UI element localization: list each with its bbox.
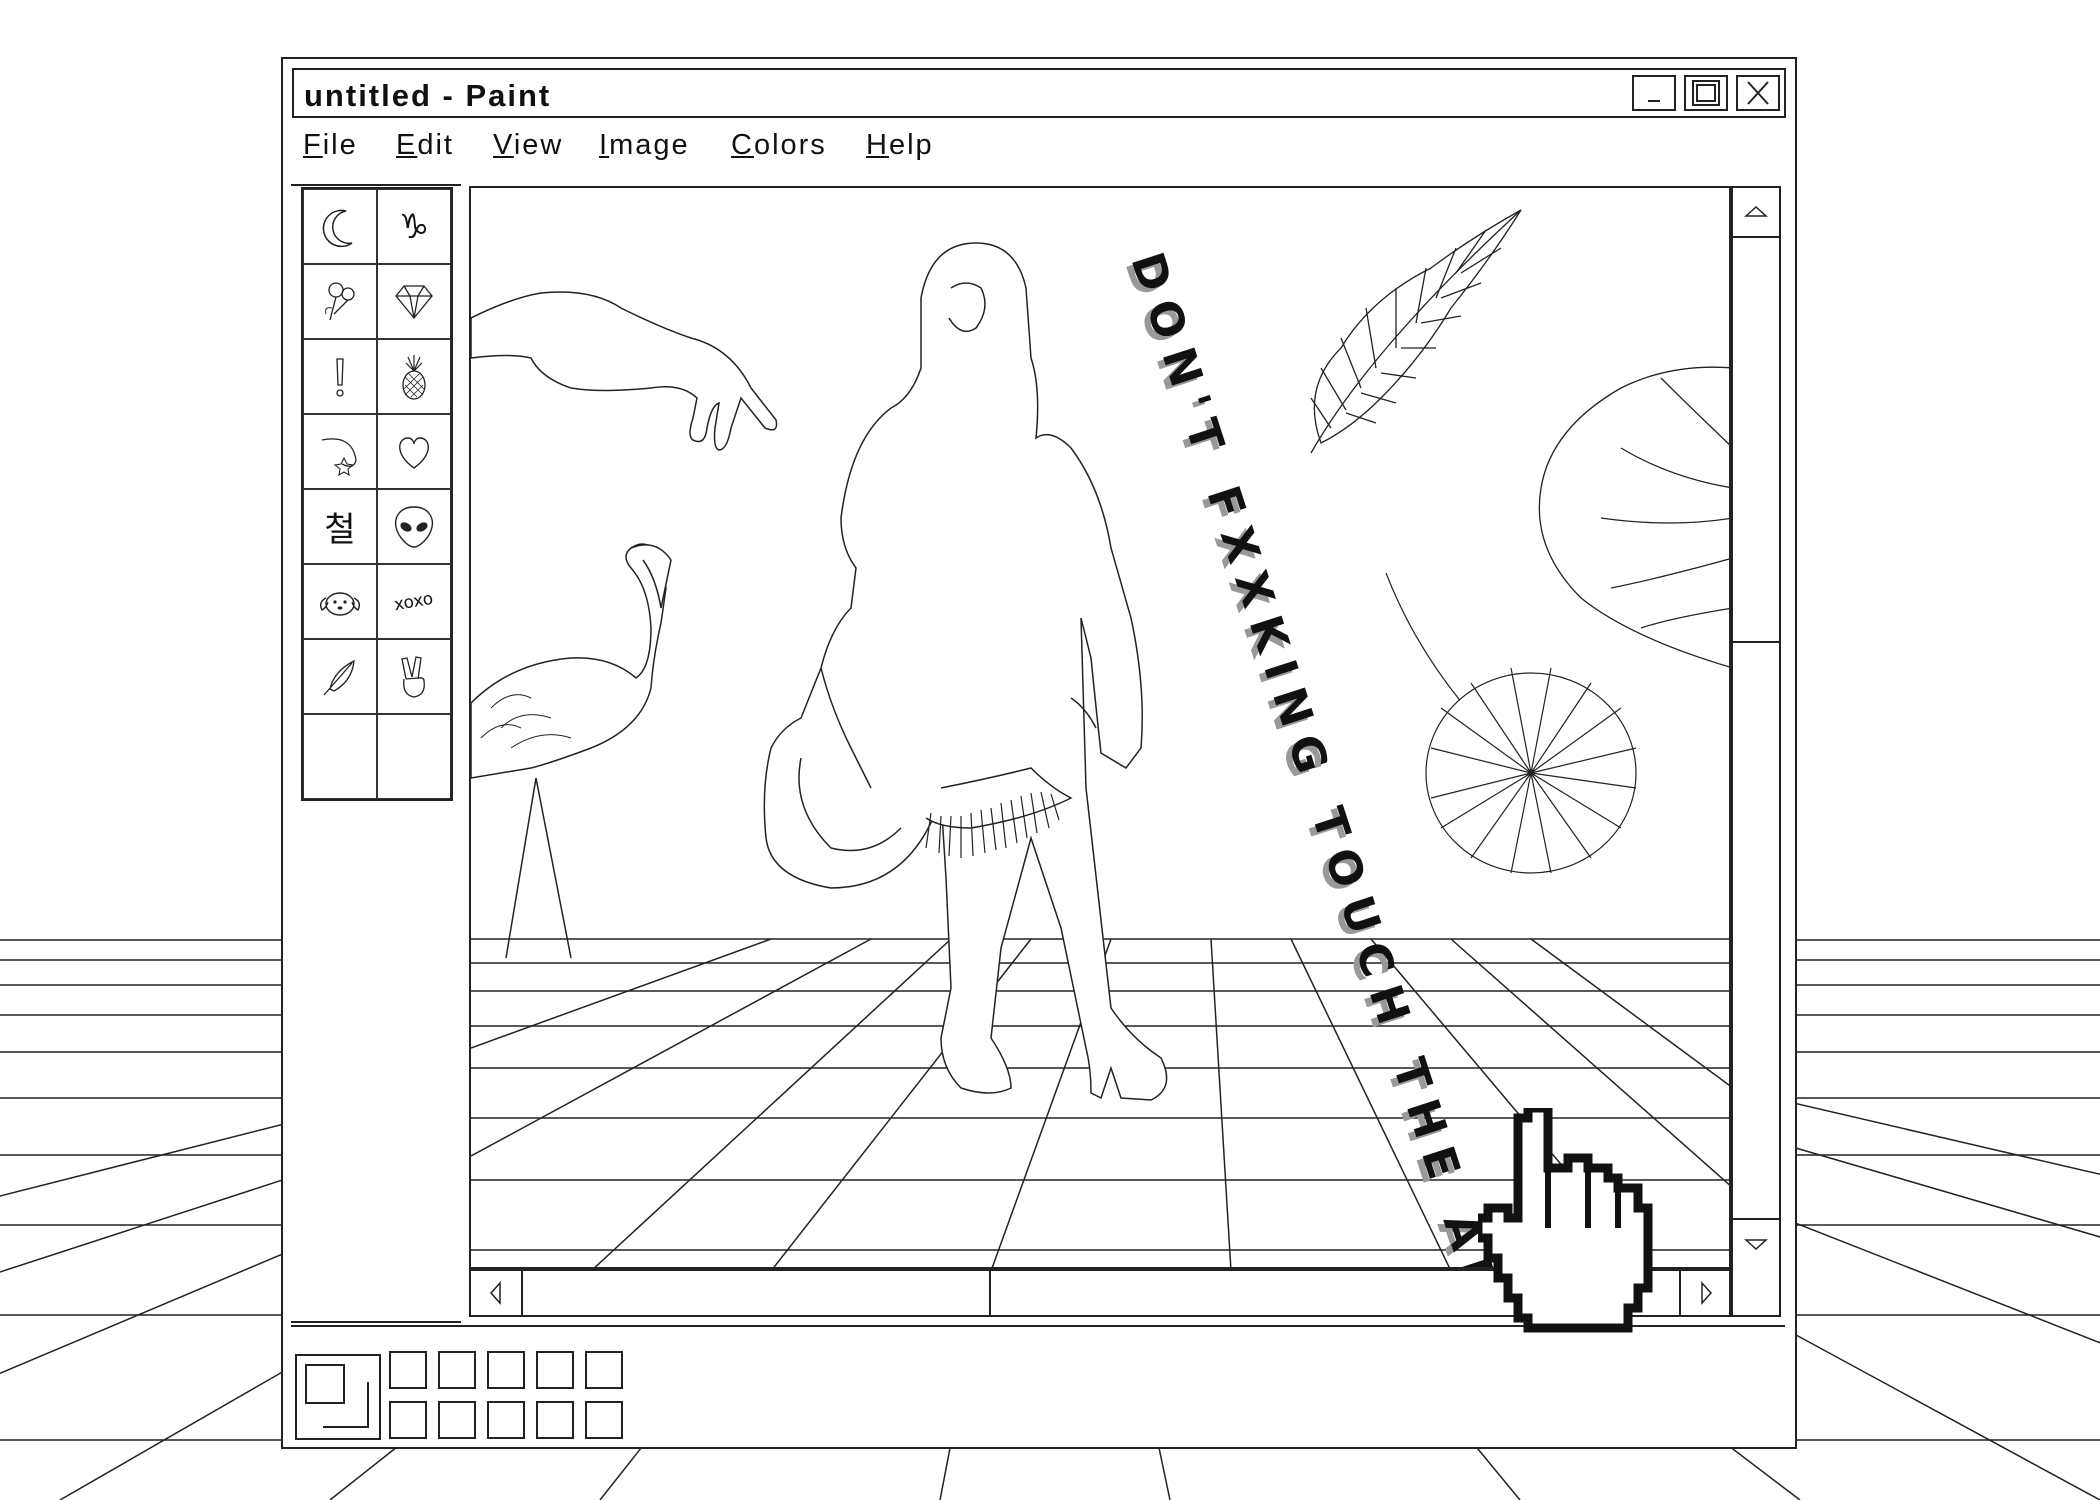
scroll-left-button[interactable] xyxy=(471,1271,523,1315)
tool-crescent-moon[interactable] xyxy=(303,189,377,264)
pineapple-icon xyxy=(402,354,426,400)
menu-edit[interactable]: Edit xyxy=(396,129,454,162)
palm-frond-drawing xyxy=(1310,209,1522,454)
vertical-scroll-thumb[interactable] xyxy=(1733,236,1779,643)
monstera-leaf-drawing xyxy=(1538,366,1729,668)
tool-diamond[interactable] xyxy=(377,264,451,339)
scroll-right-button[interactable] xyxy=(1679,1271,1731,1315)
korean-character-icon: 철 xyxy=(324,510,356,550)
tool-empty-right[interactable] xyxy=(377,714,451,799)
minimize-icon xyxy=(1648,100,1660,102)
alien-icon xyxy=(394,505,434,548)
peace-hand-icon xyxy=(401,655,425,698)
fan-palm-drawing xyxy=(1385,572,1637,874)
color-swatch[interactable] xyxy=(585,1401,623,1439)
menu-view[interactable]: View xyxy=(493,129,563,162)
girl-figure-drawing xyxy=(763,242,1168,1101)
rose-icon xyxy=(325,281,355,320)
current-colors-preview[interactable] xyxy=(295,1354,381,1440)
crescent-moon-icon xyxy=(322,209,353,247)
scroll-down-button[interactable] xyxy=(1733,1218,1779,1268)
xoxo-icon: xoxo xyxy=(392,588,436,615)
tool-rose[interactable] xyxy=(303,264,377,339)
title-bar[interactable]: untitled - Paint xyxy=(292,68,1786,118)
puppy-icon xyxy=(319,591,361,616)
toolbox: ♑ 철 xoxo xyxy=(301,187,453,801)
menu-help[interactable]: Help xyxy=(866,129,934,162)
horizontal-scroll-thumb[interactable] xyxy=(521,1271,991,1315)
color-swatch[interactable] xyxy=(438,1351,476,1389)
color-swatch[interactable] xyxy=(487,1401,525,1439)
hand-pointer-cursor-icon xyxy=(1478,1108,1653,1333)
toolbox-top-divider xyxy=(291,184,461,186)
flamingo-drawing xyxy=(471,543,672,959)
tool-empty-left[interactable] xyxy=(303,714,377,799)
tool-exclamation[interactable] xyxy=(303,339,377,414)
color-swatch[interactable] xyxy=(536,1401,574,1439)
color-swatch[interactable] xyxy=(585,1351,623,1389)
chevron-left-icon xyxy=(489,1281,501,1305)
menu-image[interactable]: Image xyxy=(599,129,690,162)
exclamation-icon xyxy=(336,357,344,397)
shooting-star-icon xyxy=(321,437,357,476)
drawing-canvas[interactable]: DON'T FXXKING TOUCH THE ART DON'T FXXKIN… xyxy=(469,186,1731,1269)
tool-heart[interactable] xyxy=(377,414,451,489)
tool-shooting-star[interactable] xyxy=(303,414,377,489)
hand-drawing xyxy=(471,291,778,451)
chevron-down-icon xyxy=(1744,1239,1768,1251)
toolbox-bottom-divider xyxy=(291,1321,461,1323)
close-button[interactable] xyxy=(1736,75,1780,111)
capricorn-icon: ♑ xyxy=(398,206,430,247)
chevron-up-icon xyxy=(1744,205,1768,217)
color-swatch[interactable] xyxy=(487,1351,525,1389)
tool-feather[interactable] xyxy=(303,639,377,714)
window-title: untitled - Paint xyxy=(304,78,552,113)
color-swatch[interactable] xyxy=(389,1351,427,1389)
tool-alien[interactable] xyxy=(377,489,451,564)
scroll-up-button[interactable] xyxy=(1733,188,1779,238)
color-swatch[interactable] xyxy=(438,1401,476,1439)
close-icon xyxy=(1747,81,1769,105)
heart-icon xyxy=(399,436,429,469)
color-swatch[interactable] xyxy=(536,1351,574,1389)
color-swatch[interactable] xyxy=(389,1401,427,1439)
canvas-artwork xyxy=(471,209,1729,1267)
chevron-right-icon xyxy=(1701,1281,1713,1305)
tool-korean-character[interactable]: 철 xyxy=(303,489,377,564)
maximize-icon xyxy=(1692,80,1720,106)
diamond-icon xyxy=(395,284,433,319)
menu-file[interactable]: File xyxy=(303,129,358,162)
maximize-button[interactable] xyxy=(1684,75,1728,111)
tool-pineapple[interactable] xyxy=(377,339,451,414)
menu-colors[interactable]: Colors xyxy=(731,129,827,162)
feather-icon xyxy=(323,659,355,695)
background-color[interactable] xyxy=(323,1382,369,1428)
minimize-button[interactable] xyxy=(1632,75,1676,111)
tool-peace-hand[interactable] xyxy=(377,639,451,714)
tool-xoxo[interactable]: xoxo xyxy=(377,564,451,639)
vertical-scrollbar[interactable] xyxy=(1731,186,1781,1317)
tool-capricorn[interactable]: ♑ xyxy=(377,189,451,264)
tool-puppy[interactable] xyxy=(303,564,377,639)
